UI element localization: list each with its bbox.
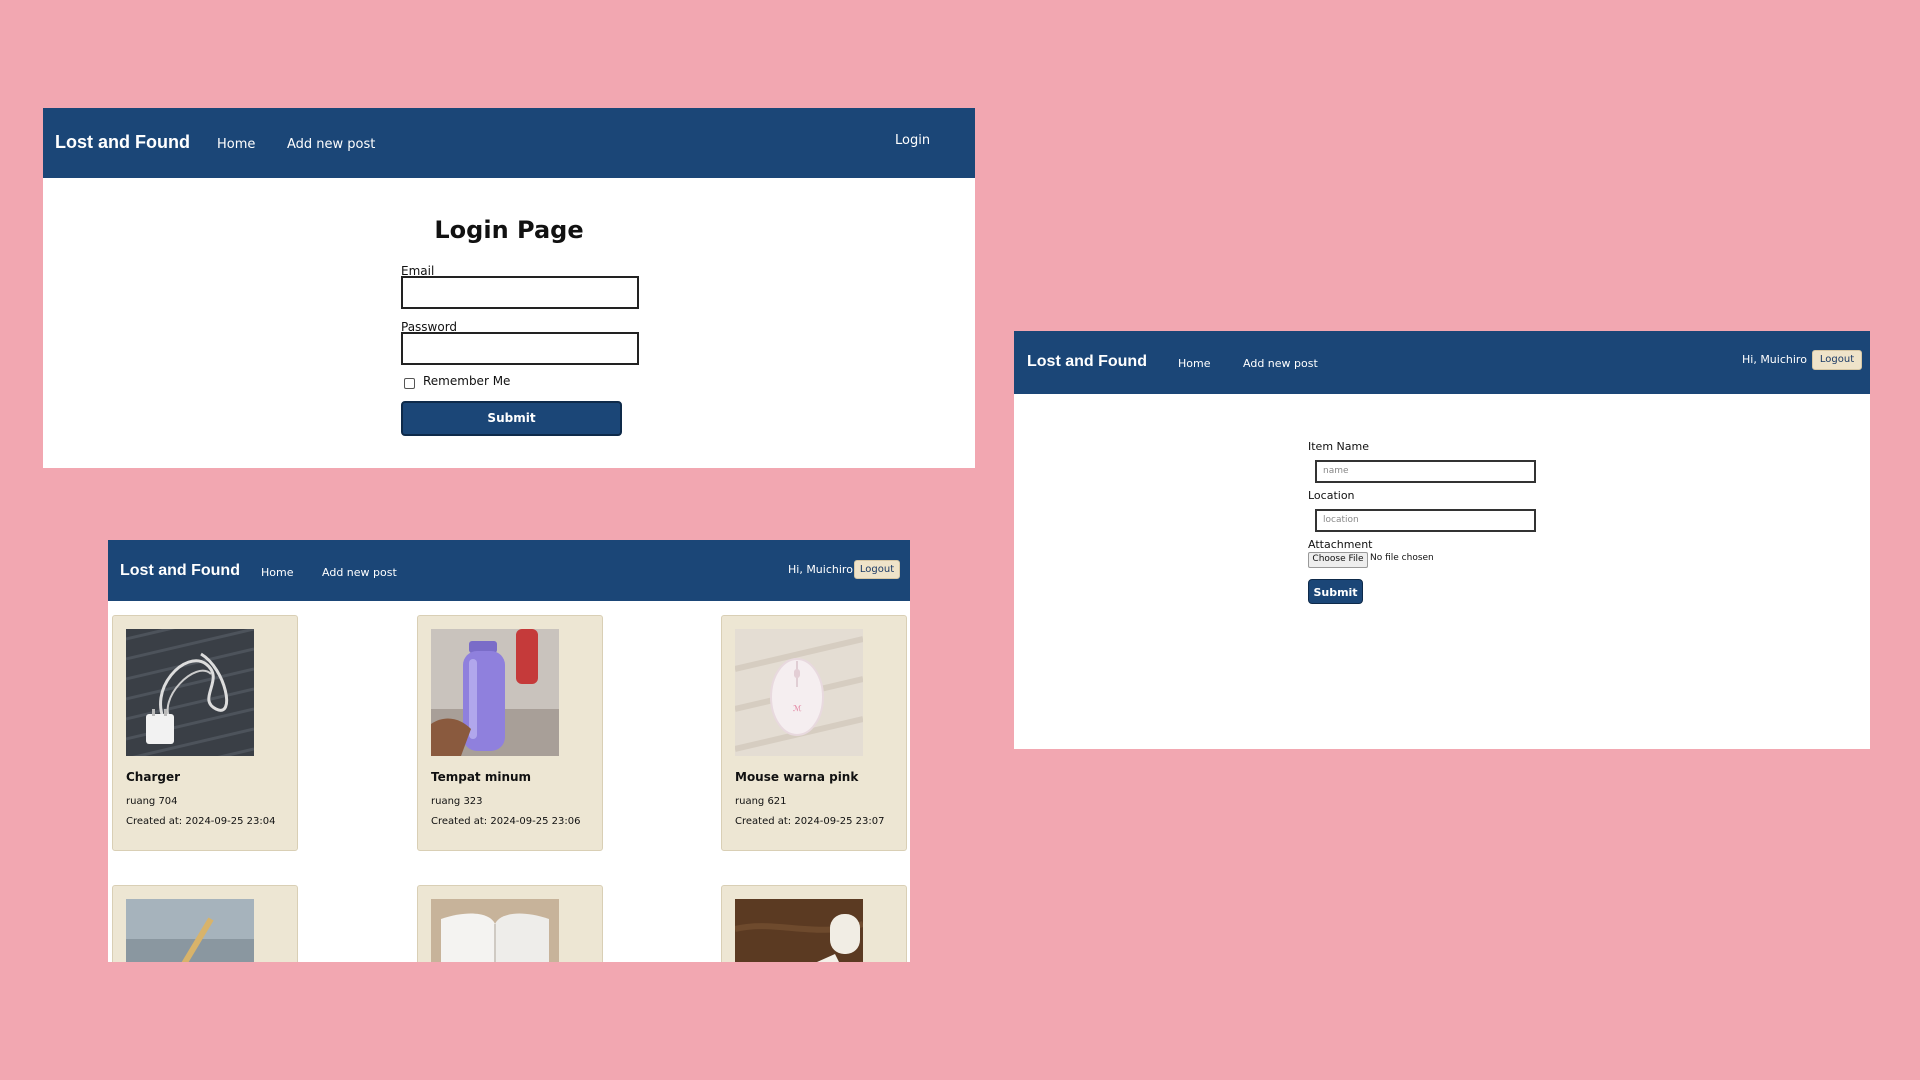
- mouse-photo: ℳ: [735, 629, 863, 756]
- navbar: Lost and Found Home Add new post Hi, Mui…: [108, 540, 910, 601]
- item-name-field[interactable]: name: [1315, 460, 1536, 483]
- logout-button[interactable]: Logout: [1812, 350, 1862, 370]
- user-greeting: Hi, Muichiro: [1742, 353, 1807, 366]
- brand-logo[interactable]: Lost and Found: [55, 132, 190, 153]
- nav-home-link[interactable]: Home: [217, 137, 255, 152]
- card-created-at: Created at: 2024-09-25 23:06: [431, 816, 581, 827]
- add-post-screen: Lost and Found Home Add new post Hi, Mui…: [1014, 331, 1870, 749]
- submit-button[interactable]: Submit: [1308, 579, 1363, 604]
- bottle-photo: [431, 629, 559, 756]
- attachment-label: Attachment: [1308, 538, 1373, 551]
- charger-photo: [126, 629, 254, 756]
- email-field[interactable]: [401, 276, 639, 309]
- brand-logo[interactable]: Lost and Found: [1027, 353, 1147, 371]
- login-screen: Lost and Found Home Add new post Login L…: [43, 108, 975, 468]
- post-card[interactable]: [112, 885, 298, 962]
- password-field[interactable]: [401, 332, 639, 365]
- location-field[interactable]: location: [1315, 509, 1536, 532]
- card-created-at: Created at: 2024-09-25 23:07: [735, 816, 885, 827]
- card-title: Charger: [126, 770, 181, 784]
- card-title: Mouse warna pink: [735, 770, 859, 784]
- nav-add-post-link[interactable]: Add new post: [1243, 357, 1318, 370]
- item-name-label: Item Name: [1308, 440, 1369, 453]
- card-location: ruang 621: [735, 796, 787, 807]
- post-card[interactable]: Tempat minum ruang 323 Created at: 2024-…: [417, 615, 603, 851]
- brand-logo[interactable]: Lost and Found: [120, 562, 240, 580]
- remember-me-checkbox[interactable]: [404, 378, 415, 389]
- svg-text:ℳ: ℳ: [793, 704, 802, 713]
- pen-photo: [126, 899, 254, 962]
- nav-add-post-link[interactable]: Add new post: [322, 566, 397, 579]
- navbar: Lost and Found Home Add new post Hi, Mui…: [1014, 331, 1870, 394]
- nav-home-link[interactable]: Home: [1178, 357, 1210, 370]
- post-card[interactable]: [417, 885, 603, 962]
- post-card[interactable]: [721, 885, 907, 962]
- posts-list-screen: Lost and Found Home Add new post Hi, Mui…: [108, 540, 910, 962]
- user-greeting: Hi, Muichiro: [788, 563, 853, 576]
- location-label: Location: [1308, 489, 1355, 502]
- nav-login-link[interactable]: Login: [895, 133, 930, 148]
- no-file-text: No file chosen: [1370, 553, 1434, 563]
- submit-button[interactable]: Submit: [401, 401, 622, 436]
- card-location: ruang 704: [126, 796, 178, 807]
- post-card[interactable]: ℳ Mouse warna pink ruang 621 Created at:…: [721, 615, 907, 851]
- nav-add-post-link[interactable]: Add new post: [287, 137, 375, 152]
- notebook-photo: [431, 899, 559, 962]
- remember-me-label: Remember Me: [423, 374, 511, 388]
- card-location: ruang 323: [431, 796, 483, 807]
- logout-button[interactable]: Logout: [854, 560, 900, 579]
- usb-photo: [735, 899, 863, 962]
- navbar: Lost and Found Home Add new post Login: [43, 108, 975, 178]
- post-card[interactable]: Charger ruang 704 Created at: 2024-09-25…: [112, 615, 298, 851]
- card-created-at: Created at: 2024-09-25 23:04: [126, 816, 276, 827]
- nav-home-link[interactable]: Home: [261, 566, 293, 579]
- page-title: Login Page: [434, 216, 584, 244]
- choose-file-button[interactable]: Choose File: [1308, 552, 1368, 568]
- card-title: Tempat minum: [431, 770, 532, 784]
